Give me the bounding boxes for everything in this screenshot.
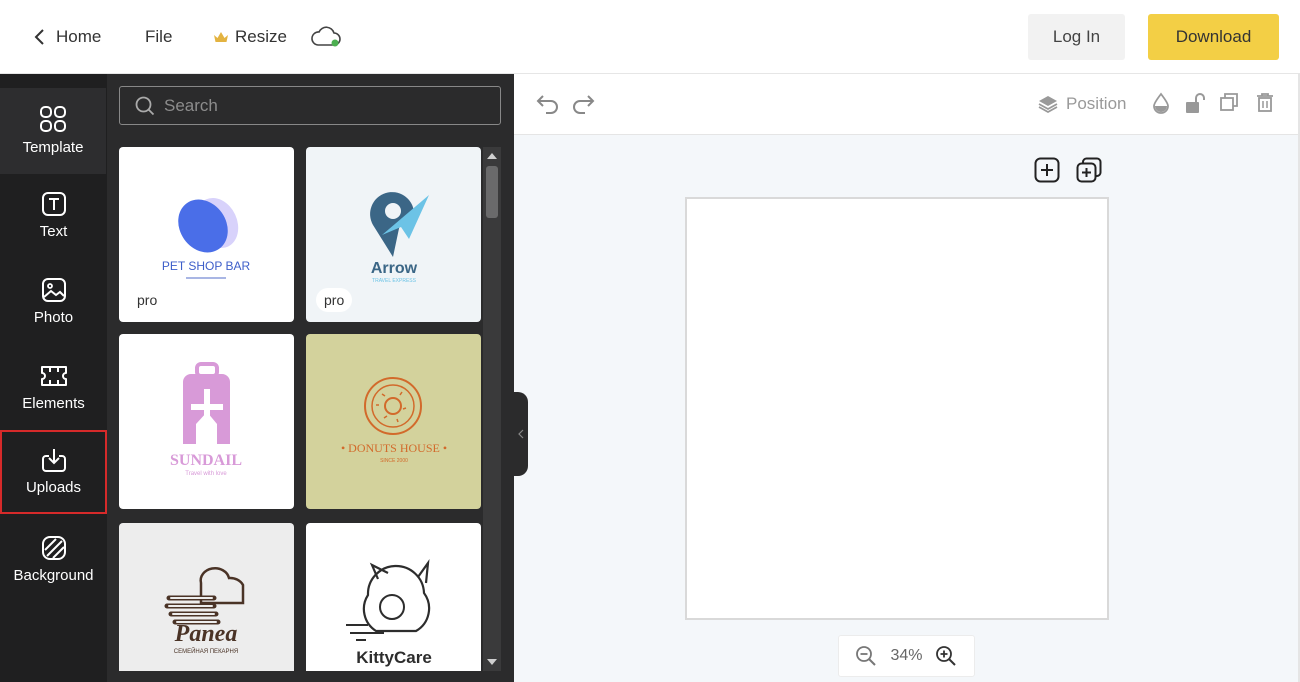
design-artboard[interactable] [685,197,1109,620]
template-card-pet-shop-bar[interactable]: PET SHOP BAR pro [119,147,294,322]
scroll-up-arrow-icon[interactable] [487,153,497,159]
add-page-icon[interactable] [1034,157,1060,183]
left-sidebar: Template Text Photo Elements Uploads Bac… [0,74,107,682]
upload-icon [41,449,66,472]
position-label: Position [1066,94,1127,113]
pro-badge: pro [316,288,353,312]
logo-title: PET SHOP BAR [162,259,251,273]
file-menu[interactable]: File [145,24,172,50]
redo-icon[interactable] [571,92,595,114]
unlock-icon[interactable] [1184,92,1206,114]
logo-subtitle: SINCE 2000 [380,458,408,464]
home-label: Home [56,27,102,46]
resize-button[interactable]: Resize [213,24,287,50]
logo-title: Panea [174,621,238,647]
text-icon [41,192,66,216]
donut-logo: • DONUTS HOUSE • SINCE 2000 [341,377,447,464]
login-label: Log In [1052,27,1101,46]
chevron-left-small-icon [518,429,524,439]
undo-icon[interactable] [536,92,560,114]
sidebar-item-label: Photo [33,309,74,326]
file-label: File [145,27,173,46]
logo-title: KittyCare [356,648,432,667]
home-link[interactable]: Home [34,24,101,50]
sidebar-item-label: Text [39,223,68,240]
opacity-drop-icon[interactable] [1152,92,1170,114]
template-card-kittycare[interactable]: KittyCare [306,523,481,671]
logo-title: SUNDAIL [170,452,242,469]
template-card-sundail[interactable]: SUNDAIL Travel with love [119,334,294,509]
search-input[interactable] [164,95,484,116]
download-label: Download [1175,27,1252,46]
zoom-control: 34% [838,635,975,677]
sidebar-item-template[interactable]: Template [0,88,106,174]
panea-logo: Panea СЕМЕЙНАЯ ПЕКАРНЯ [164,567,245,655]
template-card-donuts-house[interactable]: • DONUTS HOUSE • SINCE 2000 [306,334,481,509]
pro-badge: pro [129,288,166,312]
sidebar-item-label: Background [13,567,94,584]
panel-scrollbar[interactable] [483,147,501,671]
crown-icon [214,31,228,42]
sidebar-item-background[interactable]: Background [0,518,107,604]
scrollbar-thumb[interactable] [486,166,498,218]
sidebar-item-label: Uploads [25,479,82,496]
photo-icon [41,278,66,302]
duplicate-page-icon[interactable] [1076,157,1102,183]
logo-title: • DONUTS HOUSE • [341,441,447,455]
trash-icon[interactable] [1256,92,1274,112]
sundail-logo: SUNDAIL Travel with love [170,362,242,477]
template-grid: PET SHOP BAR pro Arrow TRAVEL EXPRESS pr… [119,147,483,671]
template-grid-icon [40,106,66,132]
zoom-level: 34% [890,647,923,664]
logo-title: Arrow [371,260,418,277]
editor-toolbar: Position [514,74,1300,135]
layers-icon [1038,96,1058,114]
duplicate-icon[interactable] [1219,92,1239,112]
sidebar-item-elements[interactable]: Elements [0,346,107,432]
position-button[interactable]: Position [1038,92,1126,116]
logo-subtitle: Travel with love [185,471,227,477]
kittycare-logo: KittyCare [346,558,432,667]
resize-label: Resize [235,27,287,46]
elements-icon [40,366,67,386]
collapse-panel-handle[interactable] [514,392,528,476]
download-button[interactable]: Download [1148,14,1279,60]
template-card-panea[interactable]: Panea СЕМЕЙНАЯ ПЕКАРНЯ [119,523,294,671]
zoom-in-icon[interactable] [935,645,957,667]
top-bar: Home File Resize Log In Download [0,0,1300,74]
zoom-out-icon[interactable] [855,645,877,667]
scroll-down-arrow-icon[interactable] [487,659,497,665]
logo-subtitle: СЕМЕЙНАЯ ПЕКАРНЯ [174,647,238,655]
template-card-arrow[interactable]: Arrow TRAVEL EXPRESS pro [306,147,481,322]
cloud-sync-icon[interactable] [310,24,342,50]
chevron-left-icon [34,29,44,45]
logo-subtitle: TRAVEL EXPRESS [372,278,417,284]
template-panel: PET SHOP BAR pro Arrow TRAVEL EXPRESS pr… [107,74,514,682]
sidebar-item-photo[interactable]: Photo [0,260,107,346]
sidebar-item-label: Elements [22,395,85,412]
sidebar-item-uploads[interactable]: Uploads [0,430,107,514]
search-icon [135,96,155,115]
login-button[interactable]: Log In [1028,14,1125,60]
search-box[interactable] [119,86,501,125]
background-icon [41,536,66,560]
sidebar-item-label: Template [22,139,84,156]
sidebar-item-text[interactable]: Text [0,174,107,260]
